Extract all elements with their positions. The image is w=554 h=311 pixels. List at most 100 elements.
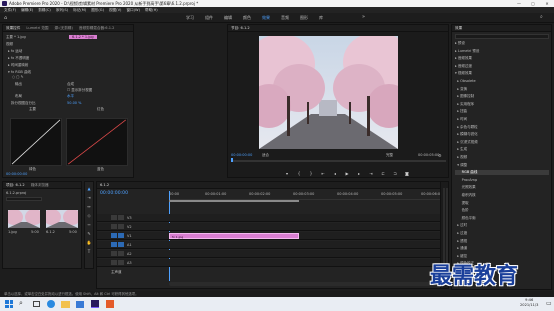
play-button[interactable]: ▶ xyxy=(344,171,350,177)
taskbar-premiere-icon[interactable] xyxy=(91,300,99,308)
ripple-edit-tool-icon[interactable]: ↔ xyxy=(87,204,90,209)
ec-timeremap-row[interactable]: ▸ 时间重映射 xyxy=(8,63,28,68)
minimize-button[interactable]: — xyxy=(512,0,526,7)
task-view-icon[interactable] xyxy=(33,301,40,307)
workspace-assembly[interactable]: 组件 xyxy=(205,15,213,21)
mark-in-button[interactable]: { xyxy=(296,171,302,177)
track-controls[interactable] xyxy=(111,224,125,229)
home-icon[interactable]: ⌂ xyxy=(4,15,7,21)
taskbar-app-icon[interactable] xyxy=(106,300,114,308)
effects-tree-item[interactable]: ▸ 通道 xyxy=(455,246,467,251)
ec-mask-icons[interactable]: ○ ▢ ✎ xyxy=(12,75,24,79)
effects-tree-item[interactable]: ▸ 实用程序 xyxy=(455,102,474,107)
effects-tree-item[interactable]: ProcAmp xyxy=(455,178,478,182)
workspace-graphics[interactable]: 图形 xyxy=(300,15,308,21)
taskbar-clock[interactable]: 9:46 2021/11/3 xyxy=(520,298,538,308)
menu-help[interactable]: 帮助(H) xyxy=(145,8,158,13)
effects-tree-item[interactable]: ▸ 过渡 xyxy=(455,231,467,236)
output-dropdown[interactable]: 合成 xyxy=(67,82,74,87)
effects-tree-item[interactable]: ▸ 过时 xyxy=(455,223,467,228)
project-item-thumb[interactable] xyxy=(46,210,78,228)
menu-graphics[interactable]: 图形(G) xyxy=(91,8,104,13)
go-to-out-button[interactable]: ⇥ xyxy=(368,171,374,177)
track-controls[interactable] xyxy=(111,260,125,265)
effects-tree-item[interactable]: ▸ 音频效果 xyxy=(455,56,472,61)
layout-dropdown[interactable]: 水平 xyxy=(67,94,74,99)
taskbar-edge-icon[interactable] xyxy=(47,300,55,308)
workspace-learn[interactable]: 学习 xyxy=(186,15,194,21)
razor-tool-icon[interactable]: ◇ xyxy=(87,213,90,218)
fit-dropdown[interactable]: 适合 xyxy=(262,153,269,158)
notification-icon[interactable]: ▭ xyxy=(546,300,552,307)
program-timecode-left[interactable]: 00:00:00:00 xyxy=(231,153,252,157)
menu-clip[interactable]: 剪辑(C) xyxy=(38,8,51,13)
menu-view[interactable]: 视图(V) xyxy=(109,8,121,13)
lift-button[interactable]: ⊏ xyxy=(380,171,386,177)
track-controls[interactable] xyxy=(111,251,125,256)
tab-source[interactable]: 源:(无剪辑) xyxy=(55,26,73,31)
effects-tree-item[interactable]: ▸ 生成 xyxy=(455,147,467,152)
effects-tree-item[interactable]: ▸ 图像控制 xyxy=(455,94,474,99)
show-split-checkbox[interactable]: ☐ 显示拆分视图 xyxy=(67,88,92,93)
workspace-libraries[interactable]: 库 xyxy=(319,15,323,21)
track-controls[interactable] xyxy=(111,215,125,220)
effects-tree-item[interactable]: ▸ 时间 xyxy=(455,117,467,122)
tab-project[interactable]: 项目: 6.1.2 xyxy=(6,183,25,188)
menu-markers[interactable]: 标记(M) xyxy=(73,8,86,13)
menu-edit[interactable]: 编辑(E) xyxy=(21,8,33,13)
slip-tool-icon[interactable]: ⇿ xyxy=(87,222,90,227)
workspace-more-icon[interactable]: » xyxy=(362,14,365,20)
project-item-thumb[interactable] xyxy=(8,210,40,228)
settings-wrench-icon[interactable]: ⚙ xyxy=(438,153,442,158)
quality-dropdown[interactable]: 完整 xyxy=(386,153,393,158)
track-controls[interactable] xyxy=(111,233,125,238)
effects-tree-item[interactable]: ▾ 视频效果 xyxy=(455,71,472,76)
taskbar-store-icon[interactable] xyxy=(76,301,84,308)
effects-tree-item[interactable]: ▾ 调整 xyxy=(455,163,467,168)
effects-tree-item[interactable]: ▸ Obsolete xyxy=(455,79,475,83)
effects-tree-item[interactable]: RGB 曲线 xyxy=(455,170,549,176)
effects-tree-item[interactable]: ▸ 沉浸式视频 xyxy=(455,140,477,145)
taskbar-explorer-icon[interactable] xyxy=(61,301,70,308)
effects-tree-item[interactable]: 提取 xyxy=(455,201,469,206)
extract-button[interactable]: ⊐ xyxy=(392,171,398,177)
split-percent-value[interactable]: 50.00 % xyxy=(67,101,81,105)
marker-button[interactable]: ▾ xyxy=(284,171,290,177)
timeline-clip[interactable]: fx 1.jpg xyxy=(169,233,299,239)
mark-out-button[interactable]: } xyxy=(308,171,314,177)
effects-tree-item[interactable]: ▸ 扭曲 xyxy=(455,109,467,114)
master-curve-graph[interactable] xyxy=(10,118,62,166)
workspace-color[interactable]: 颜色 xyxy=(243,15,251,21)
step-back-button[interactable]: ◂ xyxy=(332,171,338,177)
effects-tree-item[interactable]: ▸ 杂色与颗粒 xyxy=(455,125,477,130)
program-scrub-bar[interactable] xyxy=(231,160,446,162)
effects-tree-item[interactable]: 颜色平衡 xyxy=(455,216,476,221)
effects-tree-item[interactable]: ▸ 视频 xyxy=(455,155,467,160)
ec-motion-row[interactable]: ▸ fx 运动 xyxy=(8,49,22,54)
track-select-tool-icon[interactable]: ⇥ xyxy=(87,195,90,200)
tab-effect-controls[interactable]: 效果控件 xyxy=(6,26,20,31)
tab-media-browser[interactable]: 媒体浏览器 xyxy=(31,183,49,188)
step-forward-button[interactable]: ▸ xyxy=(356,171,362,177)
effects-tree-item[interactable]: 卷积内核 xyxy=(455,193,476,198)
pen-tool-icon[interactable]: ✎ xyxy=(87,231,90,236)
effects-tree-item[interactable]: ▸ 变换 xyxy=(455,87,467,92)
work-area-bar[interactable] xyxy=(169,200,299,202)
export-frame-button[interactable]: ◙ xyxy=(404,171,410,177)
effects-tree-item[interactable]: 光照效果 xyxy=(455,185,476,190)
taskbar-search-icon[interactable]: ⌕ xyxy=(19,299,23,308)
playhead-marker[interactable] xyxy=(231,158,233,162)
hand-tool-icon[interactable]: ✋ xyxy=(87,240,92,245)
timeline-ruler[interactable]: 00:00 00:00:01:00 00:00:02:00 00:00:03:0… xyxy=(169,191,447,200)
track-controls[interactable] xyxy=(111,242,125,247)
ec-timecode[interactable]: 00:00:00:00 xyxy=(6,172,27,176)
search-icon[interactable]: ⌕ xyxy=(540,14,543,20)
ec-opacity-row[interactable]: ▸ fx 不透明度 xyxy=(8,56,29,61)
tab-audio-mixer[interactable]: 音频剪辑混合器:6.1.2 xyxy=(79,26,115,31)
project-search-input[interactable] xyxy=(6,197,42,201)
go-to-in-button[interactable]: ⇤ xyxy=(320,171,326,177)
workspace-audio[interactable]: 音频 xyxy=(281,15,289,21)
windows-start-icon[interactable] xyxy=(5,300,13,308)
tab-effects[interactable]: 效果 xyxy=(455,26,462,31)
type-tool-icon[interactable]: T xyxy=(88,249,90,254)
